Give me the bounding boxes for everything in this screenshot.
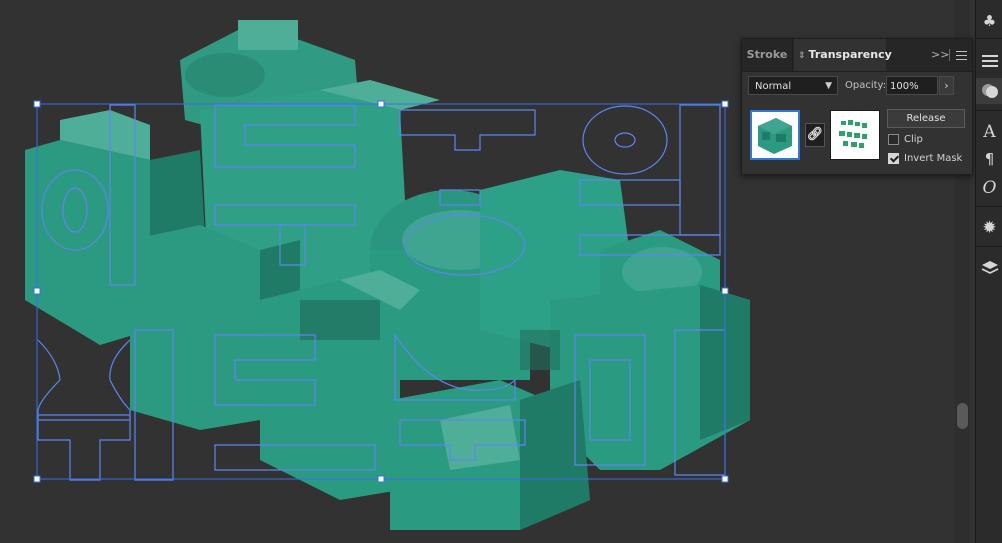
tab-transparency[interactable]: ⇕ Transparency <box>794 39 892 71</box>
invert-mask-label: Invert Mask <box>904 153 963 164</box>
opacity-expand-arrow[interactable]: › <box>939 76 954 95</box>
dock-divider <box>976 246 1002 247</box>
club-icon[interactable]: ♣ <box>976 12 1002 30</box>
tab-stroke[interactable]: Stroke <box>742 39 793 71</box>
handle-bottom-right <box>721 475 729 483</box>
blend-mode-select[interactable]: Normal ▼ <box>748 76 838 95</box>
double-chevron-right-icon[interactable]: >> <box>931 39 949 71</box>
right-panel-dock: ♣ A ¶ O ✹ <box>975 0 1002 543</box>
handle-top-left <box>33 100 41 108</box>
dock-divider <box>976 110 1002 111</box>
tab-transparency-label: Transparency <box>808 48 892 61</box>
handle-bottom-center <box>377 475 385 483</box>
opentype-icon[interactable]: O <box>976 178 1002 198</box>
handle-top-center <box>377 100 385 108</box>
mask-thumbnail-image <box>839 120 867 148</box>
opacity-input[interactable]: 100% <box>886 76 938 95</box>
opacity-mask-thumbnail[interactable] <box>830 110 880 160</box>
chain-link-icon[interactable]: 🔗︎ <box>805 123 825 147</box>
panel-menu-icon[interactable] <box>956 51 967 63</box>
extruded-blocks <box>25 20 750 530</box>
invert-mask-checkbox[interactable] <box>888 153 899 164</box>
dock-divider <box>976 38 1002 39</box>
character-icon[interactable]: A <box>976 122 1002 142</box>
release-button[interactable]: Release <box>887 109 965 128</box>
handle-middle-left <box>33 287 41 295</box>
paragraph-icon[interactable]: ¶ <box>976 150 1002 168</box>
tab-divider <box>949 49 950 61</box>
transparency-panel: Stroke ⇕ Transparency >> Normal ▼ Opacity… <box>741 38 973 175</box>
clip-label: Clip <box>904 134 923 145</box>
handle-middle-right <box>721 287 729 295</box>
scrollbar-thumb[interactable] <box>957 403 968 429</box>
dock-divider <box>976 206 1002 207</box>
panel-tab-bar: Stroke ⇕ Transparency >> <box>742 39 972 72</box>
clip-checkbox[interactable] <box>888 134 899 145</box>
transparency-circles-icon[interactable] <box>976 78 1002 104</box>
layers-icon[interactable] <box>976 260 1002 280</box>
sunburst-icon[interactable]: ✹ <box>976 218 1002 238</box>
artwork-thumbnail[interactable] <box>750 110 800 160</box>
opacity-label: Opacity: <box>845 80 887 91</box>
handle-bottom-left <box>33 475 41 483</box>
blend-mode-value: Normal <box>755 81 792 92</box>
handle-top-right <box>721 100 729 108</box>
stroke-lines-icon[interactable] <box>976 52 1002 71</box>
artwork-thumbnail-image <box>758 118 792 154</box>
chevron-down-icon: ▼ <box>825 81 832 91</box>
updown-arrows-icon: ⇕ <box>798 51 806 61</box>
